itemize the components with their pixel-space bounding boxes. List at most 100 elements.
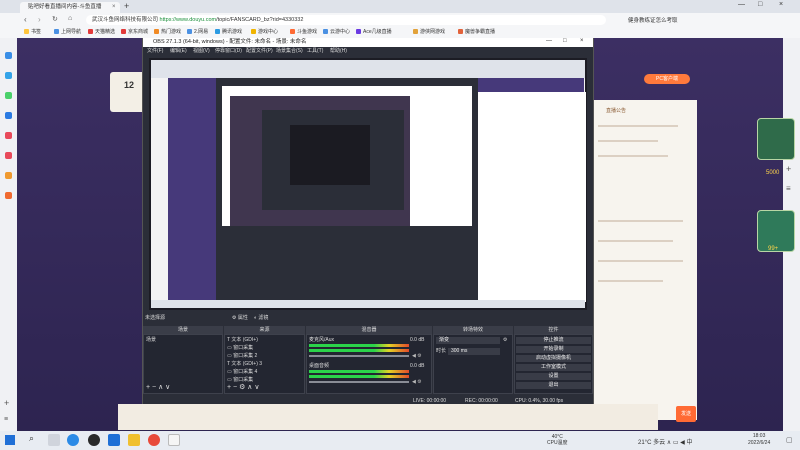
- new-tab-button[interactable]: +: [124, 1, 129, 11]
- send-button[interactable]: 发送: [676, 406, 696, 422]
- volume-slider[interactable]: [309, 355, 409, 357]
- input-language[interactable]: 中: [686, 440, 692, 446]
- minimize-button[interactable]: —: [738, 1, 745, 8]
- bookmark-item[interactable]: 斗鱼游戏: [290, 28, 317, 37]
- properties-button[interactable]: ⚙ 属性: [232, 314, 248, 322]
- menu-profile[interactable]: 配置文件(P): [246, 47, 273, 56]
- bookmark-item[interactable]: 天猫精选: [88, 28, 115, 37]
- source-item[interactable]: ▭ 窗口采集 2: [227, 352, 257, 360]
- transition-select[interactable]: 渐变: [436, 337, 500, 344]
- forward-icon[interactable]: ›: [38, 15, 41, 24]
- studio-mode-button[interactable]: 工作室模式: [516, 364, 591, 371]
- search-suggestion[interactable]: 健身教练证怎么考取: [628, 16, 678, 24]
- cpu-temp-widget[interactable]: 40°C CPU温度: [547, 434, 568, 446]
- sidebar-app-icon[interactable]: [5, 112, 12, 119]
- transition-settings-icon[interactable]: ⚙: [503, 336, 507, 344]
- bookmark-item[interactable]: 魔兽争霸直播: [458, 28, 495, 37]
- sidebar-app-icon[interactable]: [5, 192, 12, 199]
- start-recording-button[interactable]: 开始录制: [516, 346, 591, 353]
- browser-taskbar-icon[interactable]: [67, 434, 79, 446]
- virtual-camera-button[interactable]: 启动虚拟摄像机: [516, 355, 591, 362]
- gift-badge[interactable]: [757, 118, 795, 160]
- menu-file[interactable]: 文件(F): [147, 47, 163, 56]
- speaker-icon[interactable]: ◀ ⚙: [412, 378, 422, 386]
- clock-time: 18:03: [752, 433, 766, 439]
- obs-maximize-button[interactable]: □: [563, 38, 567, 44]
- browser-tab[interactable]: 贴吧好看直播间内容-斗鱼直播: [20, 2, 120, 13]
- scene-toolbar[interactable]: + − ∧ ∨: [146, 384, 170, 392]
- source-toolbar[interactable]: + − ⚙ ∧ ∨: [227, 384, 259, 392]
- bookmark-item[interactable]: 热门游戏: [154, 28, 181, 37]
- menu-tools[interactable]: 工具(T): [307, 47, 323, 56]
- menu-view[interactable]: 视图(V): [193, 47, 210, 56]
- sidebar-app-icon[interactable]: [5, 152, 12, 159]
- speaker-icon[interactable]: ◀ ⚙: [412, 352, 422, 360]
- url-input[interactable]: 武汉斗鱼网络科技有限公司 https://www.douyu.com/topic…: [86, 15, 606, 25]
- sidebar-app-icon[interactable]: [5, 172, 12, 179]
- source-item[interactable]: ▭ 窗口采集 4: [227, 368, 257, 376]
- sidebar-app-icon[interactable]: [5, 92, 12, 99]
- collapse-sidebar-icon[interactable]: ≡: [4, 416, 8, 423]
- menu-icon[interactable]: ≡: [786, 184, 791, 193]
- bookmark-item[interactable]: 2.网易: [187, 28, 208, 37]
- app-taskbar-icon[interactable]: [128, 434, 140, 446]
- settings-button[interactable]: 设置: [516, 373, 591, 380]
- duration-input[interactable]: 300 ms: [448, 348, 500, 355]
- source-item[interactable]: ▭ 窗口采集: [227, 376, 253, 384]
- menu-help[interactable]: 帮助(H): [330, 47, 347, 56]
- chat-line: [598, 280, 663, 282]
- chat-line: [598, 260, 683, 262]
- filters-button[interactable]: ◐ 滤镜: [254, 314, 268, 322]
- bookmark-item[interactable]: 京东商城: [121, 28, 148, 37]
- sidebar-app-icon[interactable]: [5, 52, 12, 59]
- bookmark-item[interactable]: 腾讯游戏: [215, 28, 242, 37]
- add-icon[interactable]: +: [786, 164, 791, 174]
- obs-minimize-button[interactable]: —: [546, 38, 552, 44]
- url-host: https://www.douyu.com: [159, 17, 217, 23]
- source-item[interactable]: T 文本 (GDI+) 3: [227, 360, 262, 368]
- maximize-button[interactable]: □: [758, 1, 762, 8]
- pc-client-button[interactable]: PC客户端: [644, 74, 690, 84]
- home-icon[interactable]: ⌂: [68, 15, 72, 22]
- mixer-track-db: 0.0 dB: [410, 363, 425, 369]
- volume-icon[interactable]: ◀: [680, 440, 685, 446]
- clock-date: 2022/6/24: [748, 440, 771, 446]
- app-taskbar-icon[interactable]: [148, 434, 160, 446]
- obs-close-button[interactable]: ×: [580, 38, 584, 44]
- menu-scene-collection[interactable]: 场景集合(S): [276, 47, 303, 56]
- bookmark-item[interactable]: 游侠网游戏: [413, 28, 445, 37]
- source-item[interactable]: T 文本 (GDI+): [227, 336, 258, 344]
- refresh-icon[interactable]: ↻: [52, 15, 58, 23]
- sidebar-app-icon[interactable]: [5, 132, 12, 139]
- volume-slider[interactable]: [309, 381, 409, 383]
- tray-arrow-icon[interactable]: ∧: [667, 440, 671, 446]
- source-item[interactable]: ▭ 窗口采集: [227, 344, 253, 352]
- stop-streaming-button[interactable]: 停止推流: [516, 337, 591, 344]
- sidebar-app-icon[interactable]: [5, 72, 12, 79]
- notice-label: 直播公告: [606, 108, 627, 114]
- file-taskbar-icon[interactable]: [168, 434, 180, 446]
- task-view-icon[interactable]: [48, 434, 60, 446]
- network-icon[interactable]: ▭: [673, 440, 679, 446]
- menu-docks[interactable]: 停靠窗口(D): [215, 47, 242, 56]
- bookmark-item[interactable]: 书签: [24, 28, 41, 37]
- back-icon[interactable]: ‹: [24, 15, 27, 24]
- bookmark-item[interactable]: 云游中心: [323, 28, 350, 37]
- start-icon[interactable]: [5, 435, 15, 445]
- bookmark-item[interactable]: Ace几级直播: [356, 28, 392, 37]
- menu-edit[interactable]: 编辑(E): [170, 47, 187, 56]
- bookmark-item[interactable]: 上网导航: [54, 28, 81, 37]
- app-taskbar-icon[interactable]: [108, 434, 120, 446]
- obs-taskbar-icon[interactable]: [88, 434, 100, 446]
- search-icon[interactable]: ⌕: [29, 433, 34, 444]
- scene-item[interactable]: 场景: [146, 336, 156, 344]
- notification-icon[interactable]: ▢: [786, 436, 793, 444]
- close-window-button[interactable]: ×: [779, 1, 783, 8]
- close-tab-icon[interactable]: ×: [112, 2, 116, 13]
- exit-button[interactable]: 退出: [516, 382, 591, 389]
- bookmark-item[interactable]: 游戏中心: [251, 28, 278, 37]
- add-sidebar-icon[interactable]: +: [4, 398, 9, 408]
- chat-input-area[interactable]: [118, 404, 658, 430]
- system-tray[interactable]: 21°C 多云 ∧ ▭ ◀ 中: [638, 437, 692, 446]
- clock[interactable]: 18:03 2022/6/24: [748, 433, 770, 447]
